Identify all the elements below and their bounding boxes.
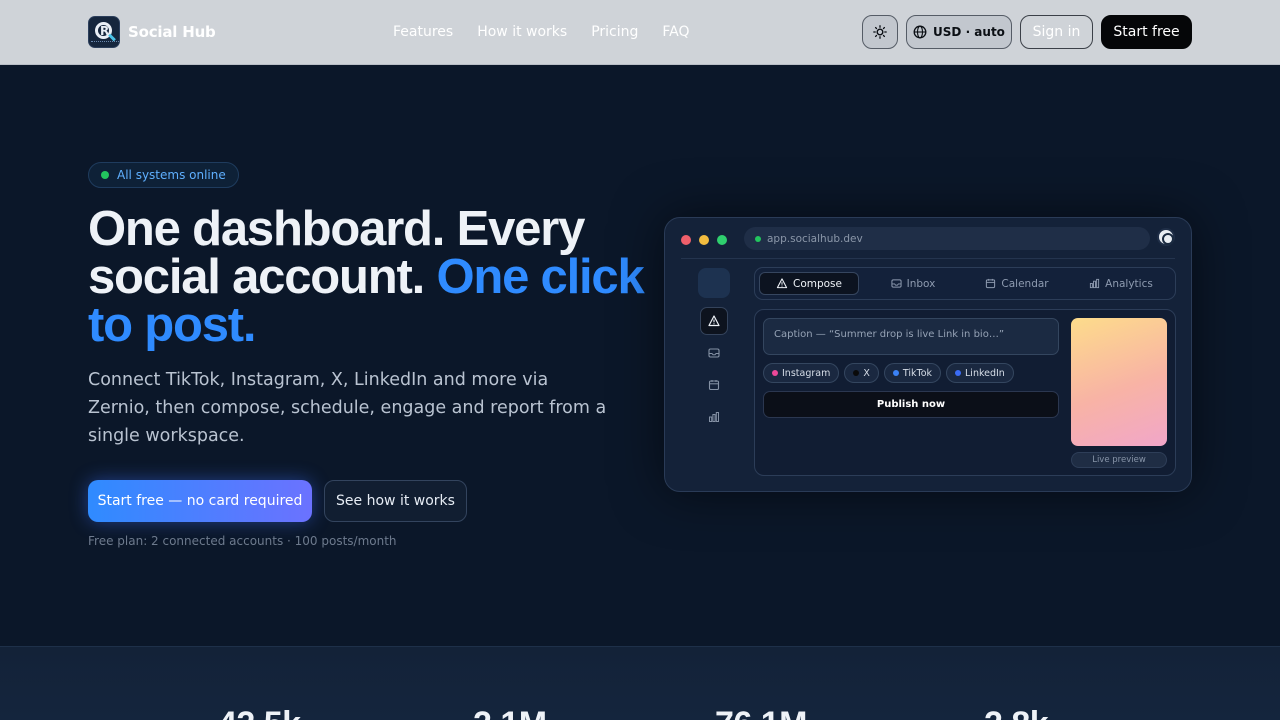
window-close-dot: [681, 235, 691, 245]
stat-value: 42.5k: [218, 705, 301, 720]
start-free-cta-button[interactable]: Start free — no card required: [88, 480, 312, 522]
tab-compose-label: Compose: [792, 277, 842, 290]
sidebar-calendar-icon: [700, 371, 728, 399]
tab-calendar-label: Calendar: [1001, 277, 1049, 290]
nav-how-it-works[interactable]: How it works: [477, 23, 567, 41]
chip-tiktok[interactable]: TikTok: [883, 363, 942, 383]
start-free-button[interactable]: Start free: [1101, 15, 1192, 49]
tiktok-dot-icon: [892, 370, 899, 376]
nav-features[interactable]: Features: [393, 23, 453, 41]
hero-title: One dashboard. Every social account. One…: [88, 205, 648, 350]
tab-inbox-label: Inbox: [906, 277, 936, 290]
live-preview-label: Live preview: [1071, 452, 1167, 468]
status-text: All systems online: [117, 168, 226, 182]
mockup-sidebar-logo: [698, 268, 730, 298]
tab-analytics-label: Analytics: [1105, 277, 1153, 290]
mockup-tabs: Compose Inbox Calendar Analytics: [754, 267, 1176, 300]
platform-chips: Instagram X TikTok LinkedIn: [763, 363, 1019, 383]
stat-value: 2.8k: [984, 705, 1049, 720]
caption-input[interactable]: Caption — “Summer drop is live Link in b…: [763, 318, 1059, 355]
app-mockup: app.socialhub.dev Compose Inbox Calendar: [664, 217, 1192, 492]
compose-icon: [776, 278, 788, 289]
linkedin-dot-icon: [955, 370, 962, 376]
logo-icon: R: [88, 16, 120, 48]
nav-pricing[interactable]: Pricing: [591, 23, 638, 41]
see-how-it-works-button[interactable]: See how it works: [324, 480, 467, 522]
chip-instagram[interactable]: Instagram: [763, 363, 840, 383]
x-dot-icon: [853, 370, 860, 376]
stats-band: 42.5k 2.1M 76.1M 2.8k: [0, 646, 1280, 720]
window-minimize-dot: [699, 235, 709, 245]
tab-inbox[interactable]: Inbox: [863, 272, 963, 295]
chip-tiktok-label: TikTok: [902, 367, 933, 379]
calendar-icon: [986, 278, 996, 289]
tab-calendar[interactable]: Calendar: [967, 272, 1067, 295]
sidebar-inbox-icon: [700, 339, 728, 367]
brand-name: Social Hub: [128, 23, 216, 41]
sun-icon: [873, 25, 887, 39]
free-plan-note: Free plan: 2 connected accounts · 100 po…: [88, 534, 397, 548]
status-dot-icon: [101, 171, 109, 179]
mockup-avatar: [1157, 228, 1175, 246]
mockup-divider: [681, 258, 1175, 259]
nav-faq[interactable]: FAQ: [662, 23, 689, 41]
stat-value: 2.1M: [473, 705, 547, 720]
mockup-sidebar: [698, 268, 730, 422]
status-badge: All systems online: [88, 162, 239, 188]
chip-linkedin-label: LinkedIn: [965, 367, 1005, 379]
inbox-icon: [891, 279, 902, 288]
sidebar-compose-icon: [700, 307, 728, 335]
tab-analytics[interactable]: Analytics: [1071, 272, 1171, 295]
chip-instagram-label: Instagram: [782, 367, 831, 379]
brand[interactable]: R Social Hub: [88, 16, 216, 48]
globe-icon: [913, 25, 927, 39]
instagram-dot-icon: [772, 370, 778, 376]
chip-x[interactable]: X: [844, 363, 879, 383]
theme-toggle-button[interactable]: [862, 15, 898, 49]
chip-x-label: X: [863, 367, 870, 379]
stat-value: 76.1M: [715, 705, 808, 720]
site-header: R Social Hub Features How it works Prici…: [0, 0, 1280, 65]
mockup-url-bar: app.socialhub.dev: [744, 227, 1150, 250]
publish-now-button[interactable]: Publish now: [763, 391, 1059, 418]
compose-panel: Caption — “Summer drop is live Link in b…: [754, 309, 1176, 476]
sidebar-analytics-icon: [700, 403, 728, 431]
currency-label: USD · auto: [933, 25, 1005, 39]
currency-selector[interactable]: USD · auto: [906, 15, 1012, 49]
main-nav: Features How it works Pricing FAQ: [393, 23, 714, 41]
mockup-url: app.socialhub.dev: [767, 232, 863, 245]
window-maximize-dot: [717, 235, 727, 245]
tab-compose[interactable]: Compose: [759, 272, 859, 295]
hero-description: Connect TikTok, Instagram, X, LinkedIn a…: [88, 370, 607, 446]
secure-dot-icon: [755, 235, 761, 242]
analytics-icon: [1090, 278, 1100, 289]
live-preview-card: [1071, 318, 1167, 446]
chip-linkedin[interactable]: LinkedIn: [946, 363, 1014, 383]
sign-in-button[interactable]: Sign in: [1020, 15, 1093, 49]
